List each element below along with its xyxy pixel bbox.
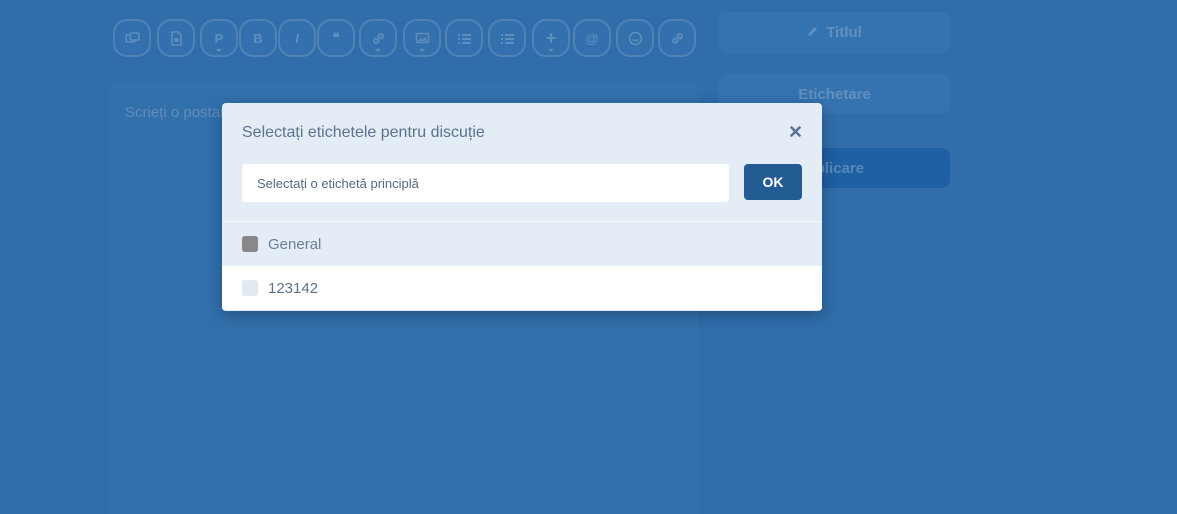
tag-option[interactable]: General (222, 222, 822, 266)
tag-color-swatch (242, 280, 258, 296)
tag-selection-modal: Selectați etichetele pentru discuție OK … (222, 103, 822, 311)
tag-search-input[interactable] (242, 164, 729, 202)
tag-option[interactable]: 123142 (222, 266, 822, 310)
tag-color-swatch (242, 236, 258, 252)
tag-list: General 123142 (222, 221, 822, 310)
modal-title: Selectați etichetele pentru discuție (242, 124, 485, 141)
close-icon[interactable] (785, 121, 805, 141)
ok-button[interactable]: OK (744, 164, 802, 200)
tag-label: General (268, 235, 322, 253)
tag-label: 123142 (268, 279, 319, 297)
